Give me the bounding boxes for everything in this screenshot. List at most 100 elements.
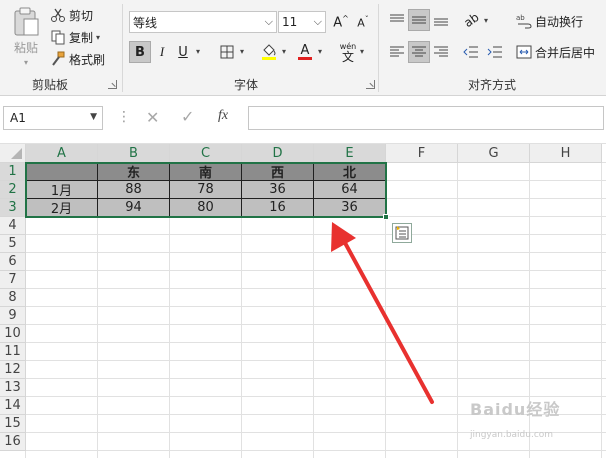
gridline-horizontal [0,450,606,451]
row-header-6[interactable]: 6 [0,253,26,271]
borders-button[interactable] [216,41,238,63]
italic-button[interactable]: I [151,41,173,63]
cell-c3[interactable]: 80 [170,199,242,217]
increase-font-size-button[interactable]: A^ [330,11,352,33]
align-middle-button[interactable] [408,9,430,31]
paste-dropdown-caret[interactable]: ▾ [24,58,28,67]
gridline-horizontal [0,252,606,253]
row-header-11[interactable]: 11 [0,343,26,361]
align-center-button[interactable] [408,41,430,63]
column-header-h[interactable]: H [530,144,602,163]
align-left-icon [390,46,404,57]
cut-label: 剪切 [69,8,94,23]
decrease-font-icon: Aˇ [357,14,369,30]
column-header-e[interactable]: E [314,144,386,163]
cell-c2[interactable]: 78 [170,181,242,199]
row-header-15[interactable]: 15 [0,415,26,433]
decrease-indent-button[interactable] [460,41,482,63]
increase-indent-button[interactable] [484,41,506,63]
gridline-horizontal [0,234,606,235]
row-header-12[interactable]: 12 [0,361,26,379]
underline-dropdown-caret[interactable]: ▾ [196,47,200,56]
column-header-g[interactable]: G [458,144,530,163]
cell-a1[interactable] [26,163,98,181]
phonetic-dropdown-caret[interactable]: ▾ [360,47,364,56]
confirm-entry-icon[interactable]: ✓ [181,107,194,126]
row-header-16[interactable]: 16 [0,433,26,451]
bold-button[interactable]: B [129,41,151,63]
row-header-8[interactable]: 8 [0,289,26,307]
copy-button[interactable]: 复制 ▾ [50,26,100,48]
align-bottom-button[interactable] [430,9,452,31]
cell-e2[interactable]: 64 [314,181,386,199]
font-color-label: A [300,43,310,58]
row-header-4[interactable]: 4 [0,217,26,235]
clipboard-dialog-launcher[interactable] [108,80,117,89]
column-header-b[interactable]: B [98,144,170,163]
cell-b2[interactable]: 88 [98,181,170,199]
fill-color-button[interactable] [258,41,280,63]
align-left-button[interactable] [386,41,408,63]
fill-handle[interactable] [383,214,389,220]
cell-b1[interactable]: 东 [98,163,170,181]
cell-a2[interactable]: 1月 [26,181,98,199]
format-painter-button[interactable]: 格式刷 [50,48,105,70]
row-header-9[interactable]: 9 [0,307,26,325]
row-header-13[interactable]: 13 [0,379,26,397]
wrap-text-button[interactable]: ab 自动换行 [516,10,583,32]
font-color-button[interactable]: A [294,41,316,63]
column-header-c[interactable]: C [170,144,242,163]
cell-e3[interactable]: 36 [314,199,386,217]
chevron-down-icon: ⌵ [313,15,322,28]
cut-button[interactable]: 剪切 [50,4,93,26]
cell-e1[interactable]: 北 [314,163,386,181]
select-all-triangle-icon [11,148,22,159]
orientation-dropdown-caret[interactable]: ▾ [484,16,488,25]
insert-function-button[interactable]: fx [218,108,228,124]
row-header-3[interactable]: 3 [0,199,26,217]
column-header-d[interactable]: D [242,144,314,163]
borders-dropdown-caret[interactable]: ▾ [240,47,244,56]
cell-a3[interactable]: 2月 [26,199,98,217]
quick-analysis-button[interactable] [392,223,412,243]
orientation-button[interactable]: ab [460,9,482,31]
cell-c1[interactable]: 南 [170,163,242,181]
paste-button[interactable]: 粘贴 ▾ [6,4,46,70]
cell-b3[interactable]: 94 [98,199,170,217]
phonetic-guide-button[interactable]: wén 文 [336,39,360,65]
fill-color-dropdown-caret[interactable]: ▾ [282,47,286,56]
decrease-font-size-button[interactable]: Aˇ [352,11,374,33]
cell-d2[interactable]: 36 [242,181,314,199]
row-header-5[interactable]: 5 [0,235,26,253]
watermark-brand: Baidu经验 [470,400,561,419]
font-size-combo[interactable]: 11 ⌵ [278,11,326,33]
column-header-f[interactable]: F [386,144,458,163]
select-all-button[interactable] [0,144,26,163]
row-header-10[interactable]: 10 [0,325,26,343]
font-color-dropdown-caret[interactable]: ▾ [318,47,322,56]
paintbrush-icon [52,51,65,66]
merge-center-button[interactable]: 合并后居中 [516,41,595,63]
row-header-2[interactable]: 2 [0,181,26,199]
formula-bar: A1 ▼ ⋮ ✕ ✓ fx [0,96,606,144]
font-name-combo[interactable]: 等线 ⌵ [129,11,277,33]
ribbon-separator [122,4,123,92]
underline-button[interactable]: U [172,41,194,63]
row-header-1[interactable]: 1 [0,163,26,181]
align-top-button[interactable] [386,9,408,31]
svg-text:ab: ab [516,14,525,22]
align-right-button[interactable] [430,41,452,63]
cell-d3[interactable]: 16 [242,199,314,217]
formula-input[interactable] [248,106,604,130]
row-header-14[interactable]: 14 [0,397,26,415]
font-dialog-launcher[interactable] [366,80,375,89]
clipboard-group-label: 剪贴板 [32,78,69,92]
name-box[interactable]: A1 ▼ [3,106,103,130]
copy-dropdown-caret[interactable]: ▾ [96,33,100,42]
column-header-a[interactable]: A [26,144,98,163]
cancel-entry-icon[interactable]: ✕ [146,108,159,127]
cell-d1[interactable]: 西 [242,163,314,181]
font-group-label: 字体 [234,78,259,92]
fx-label: fx [218,108,229,123]
row-header-7[interactable]: 7 [0,271,26,289]
